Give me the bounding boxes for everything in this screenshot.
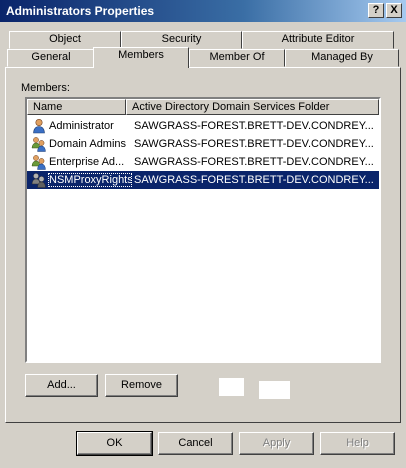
list-header: Name Active Directory Domain Services Fo… xyxy=(27,99,379,115)
members-label: Members: xyxy=(21,82,70,94)
title-bar[interactable]: Administrators Properties ? X xyxy=(0,0,406,22)
member-name: Enterprise Ad... xyxy=(49,156,125,168)
tab-general[interactable]: General xyxy=(7,49,95,67)
member-name: Administrator xyxy=(49,120,114,132)
remove-button[interactable]: Remove xyxy=(105,374,178,397)
member-folder: SAWGRASS-FOREST.BRETT-DEV.CONDREY... xyxy=(134,156,374,168)
list-item[interactable]: Administrator SAWGRASS-FOREST.BRETT-DEV.… xyxy=(27,117,379,135)
member-folder: SAWGRASS-FOREST.BRETT-DEV.CONDREY... xyxy=(134,174,374,186)
column-header-name[interactable]: Name xyxy=(27,99,126,115)
tab-attribute-editor[interactable]: Attribute Editor xyxy=(242,31,394,49)
cancel-button[interactable]: Cancel xyxy=(158,432,233,455)
member-name: Domain Admins xyxy=(49,138,127,150)
add-button[interactable]: Add... xyxy=(25,374,98,397)
list-item[interactable]: Enterprise Ad... SAWGRASS-FOREST.BRETT-D… xyxy=(27,153,379,171)
group-icon xyxy=(31,155,46,170)
column-header-folder[interactable]: Active Directory Domain Services Folder xyxy=(126,99,379,115)
tab-member-of[interactable]: Member Of xyxy=(189,49,285,67)
window-title: Administrators Properties xyxy=(6,4,155,18)
help-button[interactable]: Help xyxy=(320,432,395,455)
member-folder: SAWGRASS-FOREST.BRETT-DEV.CONDREY... xyxy=(134,138,374,150)
list-item-selected[interactable]: NSMProxyRights SAWGRASS-FOREST.BRETT-DEV… xyxy=(27,171,379,189)
tab-managed-by[interactable]: Managed By xyxy=(285,49,399,67)
tab-members[interactable]: Members xyxy=(93,47,189,68)
member-name: NSMProxyRights xyxy=(48,173,132,187)
members-list[interactable]: Name Active Directory Domain Services Fo… xyxy=(25,97,381,363)
member-folder: SAWGRASS-FOREST.BRETT-DEV.CONDREY... xyxy=(134,120,374,132)
help-title-button[interactable]: ? xyxy=(368,3,384,18)
user-icon xyxy=(33,118,45,134)
group-icon xyxy=(31,137,46,152)
close-button[interactable]: X xyxy=(386,3,402,18)
apply-button[interactable]: Apply xyxy=(239,432,314,455)
group-icon xyxy=(31,173,46,188)
blank-box xyxy=(259,381,290,399)
ok-button[interactable]: OK xyxy=(76,431,153,456)
blank-box xyxy=(219,378,244,396)
list-item[interactable]: Domain Admins SAWGRASS-FOREST.BRETT-DEV.… xyxy=(27,135,379,153)
